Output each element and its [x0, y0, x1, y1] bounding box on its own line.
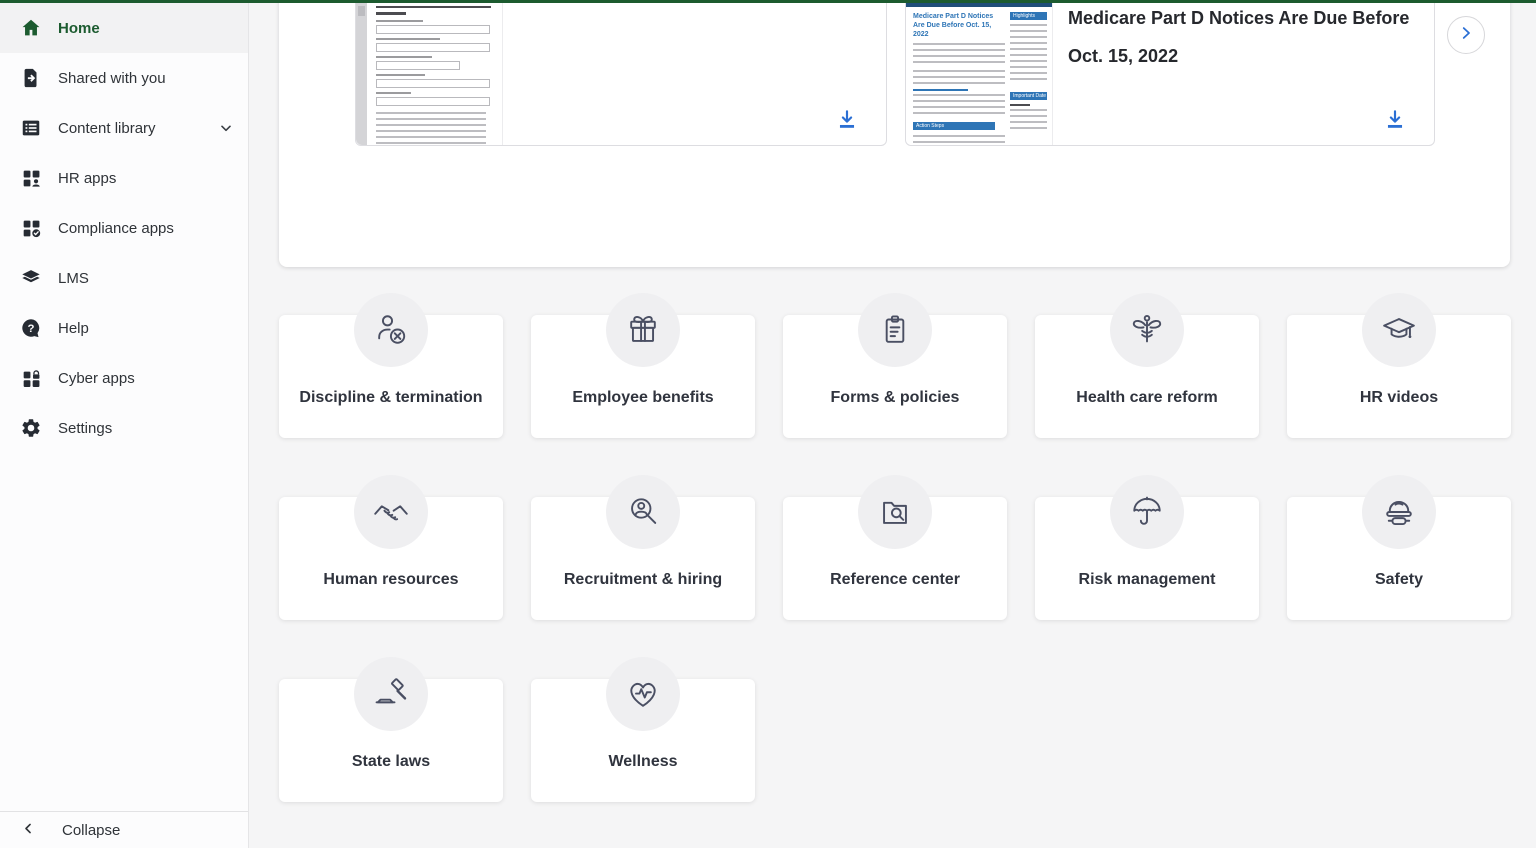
- category-card-wellness[interactable]: Wellness: [531, 657, 755, 802]
- collapse-label: Collapse: [62, 822, 120, 839]
- sidebar-item-shared-with-you[interactable]: Shared with you: [0, 53, 248, 103]
- category-label: Risk management: [1079, 571, 1216, 620]
- featured-document-title: Medicare Part D Notices Are Due Before O…: [1068, 0, 1446, 75]
- sidebar-item-lms[interactable]: LMS: [0, 253, 248, 303]
- download-button[interactable]: [1382, 107, 1408, 133]
- app-window: Home Shared with you: [0, 0, 1536, 848]
- caduceus-icon: [1110, 293, 1184, 367]
- lms-icon: [20, 267, 42, 289]
- category-label: State laws: [352, 753, 430, 802]
- gavel-icon: [354, 657, 428, 731]
- category-card-health-care-reform[interactable]: Health care reform: [1035, 293, 1259, 438]
- person-search-icon: [606, 475, 680, 549]
- doc-preview-sidebar-heading: Highlights: [1010, 12, 1047, 20]
- category-label: Recruitment & hiring: [564, 571, 722, 620]
- sidebar-item-label: Home: [58, 20, 234, 37]
- chevron-left-icon: [21, 821, 36, 840]
- sidebar-item-home[interactable]: Home: [0, 3, 248, 53]
- category-card-human-resources[interactable]: Human resources: [279, 475, 503, 620]
- top-accent-bar: [0, 0, 1536, 3]
- svg-text:?: ?: [28, 323, 35, 335]
- category-label: Wellness: [608, 753, 677, 802]
- sidebar-item-label: Help: [58, 320, 234, 337]
- doc-preview-title: Medicare Part D Notices Are Due Before O…: [913, 12, 1005, 39]
- category-card-reference-center[interactable]: Reference center: [783, 475, 1007, 620]
- cyber-apps-icon: [20, 367, 42, 389]
- featured-document-card[interactable]: Medicare Part D Notices Are Due Before O…: [905, 0, 1435, 146]
- sidebar-item-label: HR apps: [58, 170, 234, 187]
- category-label: Safety: [1375, 571, 1423, 620]
- shared-document-icon: [20, 67, 42, 89]
- carousel-next-button[interactable]: [1447, 16, 1485, 54]
- sidebar-item-compliance-apps[interactable]: Compliance apps: [0, 203, 248, 253]
- home-icon: [20, 17, 42, 39]
- sidebar-item-help[interactable]: ? Help: [0, 303, 248, 353]
- category-label: Forms & policies: [831, 389, 960, 438]
- category-grid: Discipline & termination Employee benefi…: [279, 293, 1511, 802]
- category-label: HR videos: [1360, 389, 1438, 438]
- category-card-safety[interactable]: Safety: [1287, 475, 1511, 620]
- content-library-icon: [20, 117, 42, 139]
- handshake-icon: [354, 475, 428, 549]
- category-card-recruitment-hiring[interactable]: Recruitment & hiring: [531, 475, 755, 620]
- category-label: Reference center: [830, 571, 960, 620]
- sidebar-item-label: Content library: [58, 120, 218, 137]
- compliance-apps-icon: [20, 217, 42, 239]
- category-card-state-laws[interactable]: State laws: [279, 657, 503, 802]
- sidebar-item-label: Compliance apps: [58, 220, 234, 237]
- doc-preview-sidebar-heading: Important Date: [1010, 92, 1047, 100]
- settings-icon: [20, 417, 42, 439]
- category-label: Health care reform: [1076, 389, 1217, 438]
- chevron-down-icon[interactable]: [218, 120, 234, 136]
- category-card-forms-policies[interactable]: Forms & policies: [783, 293, 1007, 438]
- sidebar-nav: Home Shared with you: [0, 3, 248, 453]
- hr-apps-icon: [20, 167, 42, 189]
- sidebar-item-cyber-apps[interactable]: Cyber apps: [0, 353, 248, 403]
- category-card-hr-videos[interactable]: HR videos: [1287, 293, 1511, 438]
- featured-document-card[interactable]: [355, 0, 887, 146]
- pdf-page-pane: [356, 0, 367, 145]
- sidebar-collapse-button[interactable]: Collapse: [0, 811, 248, 848]
- umbrella-icon: [1110, 475, 1184, 549]
- category-card-risk-management[interactable]: Risk management: [1035, 475, 1259, 620]
- folder-search-icon: [858, 475, 932, 549]
- chevron-right-icon: [1457, 24, 1475, 47]
- person-x-icon: [354, 293, 428, 367]
- sidebar-item-hr-apps[interactable]: HR apps: [0, 153, 248, 203]
- category-label: Employee benefits: [572, 389, 713, 438]
- category-label: Discipline & termination: [299, 389, 482, 438]
- heart-pulse-icon: [606, 657, 680, 731]
- sidebar-item-label: Cyber apps: [58, 370, 234, 387]
- sidebar-item-label: LMS: [58, 270, 234, 287]
- category-card-discipline-termination[interactable]: Discipline & termination: [279, 293, 503, 438]
- main-content: Medicare Part D Notices Are Due Before O…: [249, 0, 1536, 848]
- document-thumbnail: Medicare Part D Notices Are Due Before O…: [906, 0, 1053, 145]
- gift-icon: [606, 293, 680, 367]
- sidebar-item-settings[interactable]: Settings: [0, 403, 248, 453]
- category-card-employee-benefits[interactable]: Employee benefits: [531, 293, 755, 438]
- sidebar-item-content-library[interactable]: Content library: [0, 103, 248, 153]
- graduation-cap-icon: [1362, 293, 1436, 367]
- category-label: Human resources: [323, 571, 458, 620]
- featured-documents-panel: Medicare Part D Notices Are Due Before O…: [279, 0, 1510, 267]
- sidebar: Home Shared with you: [0, 0, 249, 848]
- document-thumbnail: [356, 0, 503, 145]
- hard-hat-icon: [1362, 475, 1436, 549]
- sidebar-item-label: Settings: [58, 420, 234, 437]
- help-icon: ?: [20, 317, 42, 339]
- download-button[interactable]: [834, 107, 860, 133]
- clipboard-icon: [858, 293, 932, 367]
- doc-preview-section: Action Steps: [913, 122, 995, 130]
- sidebar-item-label: Shared with you: [58, 70, 234, 87]
